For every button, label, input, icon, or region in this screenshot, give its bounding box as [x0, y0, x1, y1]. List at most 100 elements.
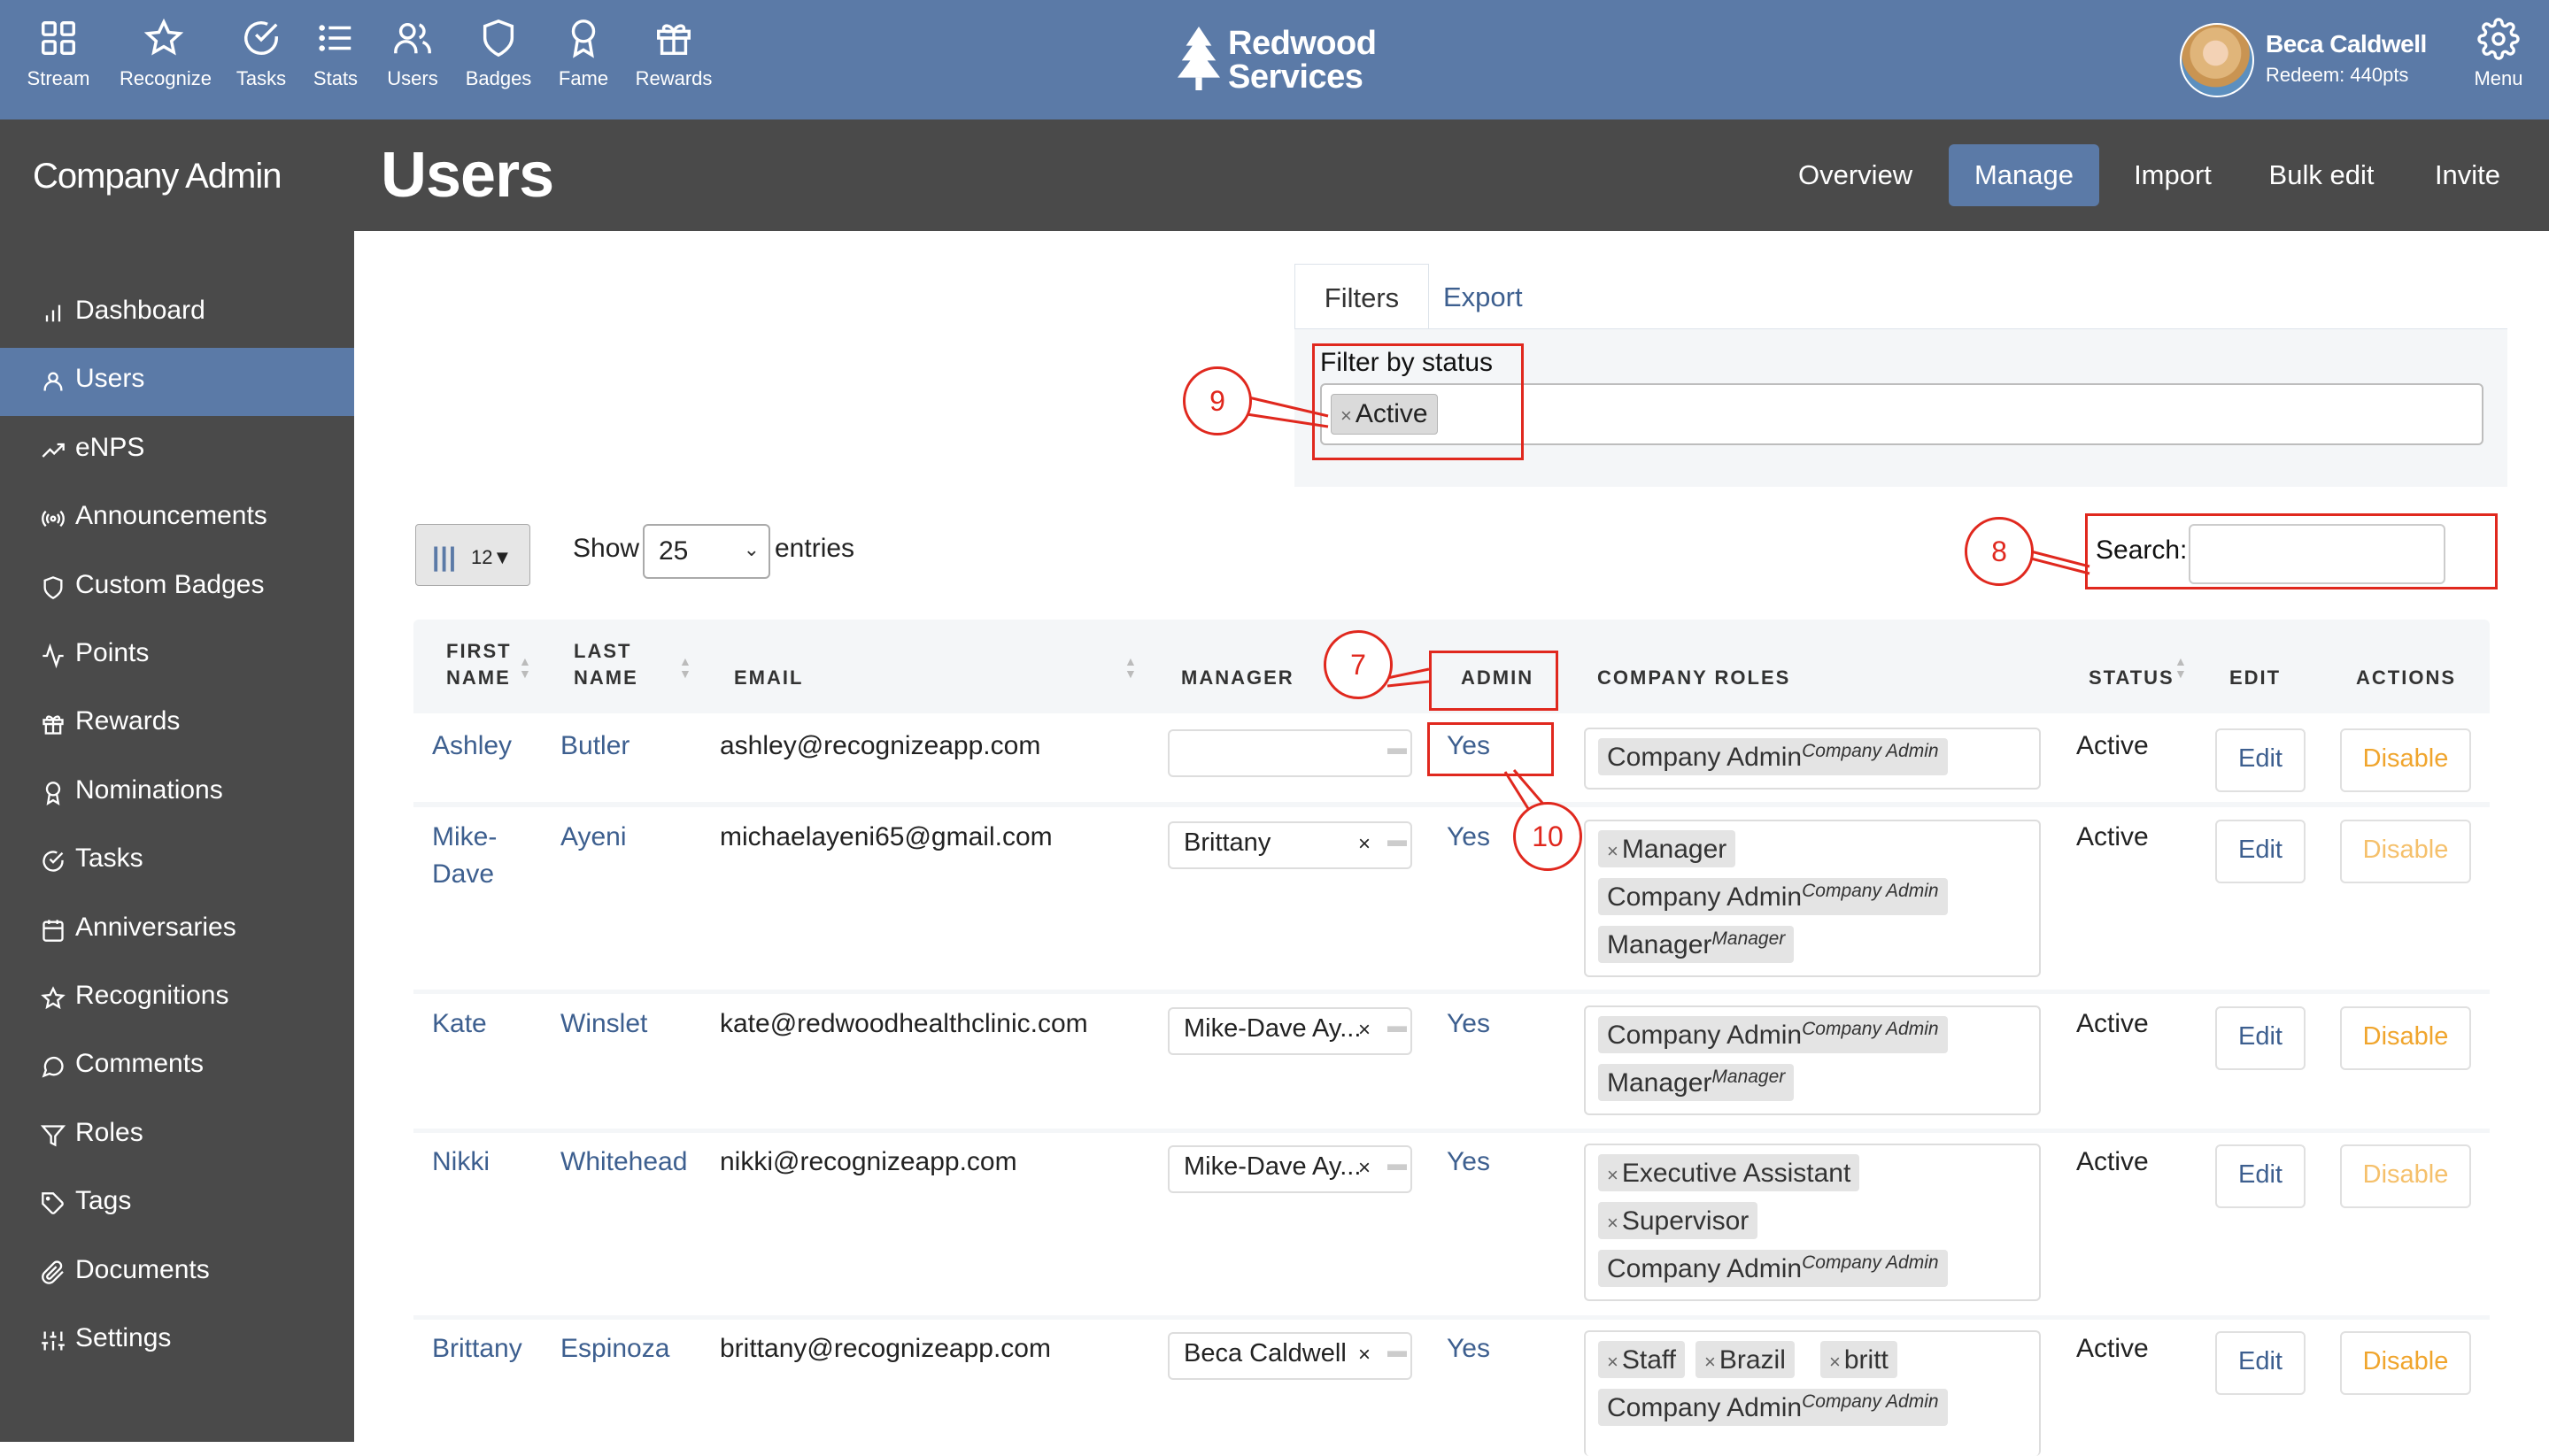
tab-manage[interactable]: Manage [1949, 144, 2099, 206]
tab-import[interactable]: Import [2126, 144, 2220, 206]
sidebar-item-recognitions[interactable]: Recognitions [0, 965, 354, 1033]
user-points[interactable]: Redeem: 440pts [2266, 64, 2408, 87]
role-chip[interactable]: × Brazil [1695, 1341, 1795, 1378]
last-name-link[interactable]: Butler [560, 728, 630, 765]
company-roles-select[interactable]: × Executive Assistant × Supervisor Company… [1584, 1144, 2041, 1301]
sidebar-item-nominations[interactable]: Nominations [0, 759, 354, 828]
admin-value[interactable]: Yes [1447, 1144, 1490, 1181]
first-name-link[interactable]: Ashley [432, 728, 512, 765]
admin-value[interactable]: Yes [1447, 1330, 1490, 1367]
sort-icon[interactable]: ▲ ▼ [519, 655, 531, 680]
menu-button[interactable]: Menu [2463, 18, 2534, 90]
disable-button[interactable]: Disable [2340, 1006, 2471, 1070]
chip-remove-icon[interactable]: × [1829, 1351, 1841, 1373]
role-chip[interactable]: Company AdminCompany Admin [1598, 878, 1948, 915]
role-chip[interactable]: ManagerManager [1598, 926, 1795, 963]
manager-select[interactable]: ▬ [1168, 729, 1412, 777]
header-email[interactable]: EMAIL [734, 665, 803, 691]
last-name-link[interactable]: Espinoza [560, 1330, 669, 1367]
manager-select[interactable]: Mike-Dave Ay... × ▬ [1168, 1007, 1412, 1055]
role-chip[interactable]: Company AdminCompany Admin [1598, 1250, 1948, 1287]
clear-icon[interactable]: × [1358, 1343, 1371, 1367]
nav-fame[interactable]: Fame [539, 18, 628, 90]
role-chip[interactable]: × Staff [1598, 1341, 1686, 1378]
tab-export[interactable]: Export [1443, 264, 1549, 329]
sidebar-item-settings[interactable]: Settings [0, 1307, 354, 1375]
sort-icon[interactable]: ▲ ▼ [1124, 655, 1137, 680]
column-visibility-button[interactable]: ||| 12▼ [415, 524, 530, 586]
chip-remove-icon[interactable]: × [1704, 1351, 1716, 1373]
header-manager[interactable]: MANAGER [1181, 665, 1294, 691]
avatar[interactable] [2180, 23, 2254, 97]
sidebar-item-anniversaries[interactable]: Anniversaries [0, 897, 354, 965]
sidebar-item-documents[interactable]: Documents [0, 1239, 354, 1307]
header-status[interactable]: STATUS [2089, 665, 2174, 691]
sidebar-item-tags[interactable]: Tags [0, 1170, 354, 1238]
role-chip[interactable]: × Executive Assistant [1598, 1154, 1860, 1191]
sidebar-item-announcements[interactable]: Announcements [0, 485, 354, 553]
tab-filters[interactable]: Filters [1294, 264, 1429, 330]
sort-icon[interactable]: ▲ ▼ [679, 655, 691, 680]
nav-recognize[interactable]: Recognize [120, 18, 212, 90]
sidebar-item-enps[interactable]: eNPS [0, 417, 354, 485]
chip-remove-icon[interactable]: × [1607, 840, 1618, 862]
tab-invite[interactable]: Invite [2422, 144, 2513, 206]
first-name-link[interactable]: Brittany [432, 1330, 522, 1367]
clear-icon[interactable]: × [1358, 1156, 1371, 1181]
first-name-link[interactable]: Mike-Dave [432, 819, 503, 893]
header-company-roles[interactable]: COMPANY ROLES [1597, 665, 1790, 691]
first-name-link[interactable]: Nikki [432, 1144, 490, 1181]
edit-button[interactable]: Edit [2215, 820, 2306, 883]
company-roles-select[interactable]: Company AdminCompany Admin ManagerManage… [1584, 1005, 2041, 1115]
role-chip[interactable]: Company AdminCompany Admin [1598, 1016, 1948, 1053]
edit-button[interactable]: Edit [2215, 1006, 2306, 1070]
role-chip[interactable]: × Supervisor [1598, 1202, 1758, 1239]
sidebar-item-roles[interactable]: Roles [0, 1102, 354, 1170]
manager-select[interactable]: Beca Caldwell × ▬ [1168, 1332, 1412, 1380]
clear-icon[interactable]: × [1358, 832, 1371, 857]
company-roles-select[interactable]: × Manager Company AdminCompany Admin Mana… [1584, 820, 2041, 977]
last-name-link[interactable]: Whitehead [560, 1144, 687, 1181]
nav-rewards[interactable]: Rewards [630, 18, 718, 90]
role-chip[interactable]: Company AdminCompany Admin [1598, 738, 1948, 775]
disable-button[interactable]: Disable [2340, 820, 2471, 883]
sidebar-item-comments[interactable]: Comments [0, 1033, 354, 1101]
edit-button[interactable]: Edit [2215, 1144, 2306, 1208]
sort-icon[interactable]: ▲ ▼ [2174, 655, 2187, 680]
sidebar-item-users[interactable]: Users [0, 348, 354, 417]
role-chip[interactable]: ManagerManager [1598, 1064, 1795, 1101]
tab-bulk-edit[interactable]: Bulk edit [2256, 144, 2387, 206]
last-name-link[interactable]: Winslet [560, 1005, 647, 1043]
company-roles-select[interactable]: × Staff × Brazil × britt Company AdminCompa… [1584, 1330, 2041, 1456]
sidebar-item-tasks[interactable]: Tasks [0, 828, 354, 896]
header-first-name[interactable]: FIRST NAME [446, 638, 512, 691]
sidebar-item-points[interactable]: Points [0, 622, 354, 690]
header-last-name[interactable]: LAST NAME [574, 638, 638, 691]
sidebar-item-rewards[interactable]: Rewards [0, 690, 354, 759]
chip-remove-icon[interactable]: × [1607, 1164, 1618, 1186]
admin-value[interactable]: Yes [1447, 1005, 1490, 1043]
clear-icon[interactable]: × [1358, 1018, 1371, 1043]
role-chip[interactable]: Company AdminCompany Admin [1598, 1389, 1948, 1426]
nav-stream[interactable]: Stream [14, 18, 103, 90]
page-size-select[interactable]: 25 ⌄ [643, 524, 770, 579]
sidebar-item-dashboard[interactable]: Dashboard [0, 280, 354, 348]
chip-remove-icon[interactable]: × [1607, 1351, 1618, 1373]
last-name-link[interactable]: Ayeni [560, 819, 627, 856]
admin-value[interactable]: Yes [1447, 819, 1490, 856]
nav-users[interactable]: Users [368, 18, 457, 90]
manager-select[interactable]: Brittany × ▬ [1168, 821, 1412, 869]
sidebar-item-custom-badges[interactable]: Custom Badges [0, 554, 354, 622]
first-name-link[interactable]: Kate [432, 1005, 487, 1043]
disable-button[interactable]: Disable [2340, 1144, 2471, 1208]
edit-button[interactable]: Edit [2215, 728, 2306, 792]
tab-overview[interactable]: Overview [1798, 144, 1912, 206]
company-roles-select[interactable]: Company AdminCompany Admin [1584, 728, 2041, 790]
role-chip[interactable]: × Manager [1598, 830, 1736, 867]
company-logo[interactable]: Redwood Services [1173, 23, 1403, 94]
chip-remove-icon[interactable]: × [1607, 1212, 1618, 1234]
manager-select[interactable]: Mike-Dave Ay... × ▬ [1168, 1145, 1412, 1193]
edit-button[interactable]: Edit [2215, 1331, 2306, 1395]
nav-badges[interactable]: Badges [454, 18, 543, 90]
nav-stats[interactable]: Stats [291, 18, 380, 90]
